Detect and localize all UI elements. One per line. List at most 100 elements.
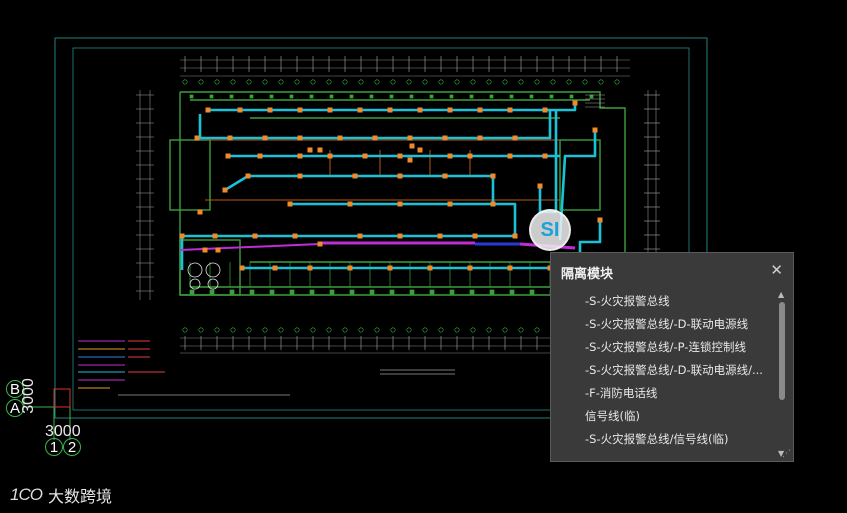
grid-bubble: [198, 79, 204, 85]
list-item[interactable]: -S-火灾报警总线/信号线(临): [551, 428, 777, 451]
alarm-device: [447, 153, 453, 159]
grid-bay-highlight: [53, 388, 71, 408]
alarm-device: [297, 153, 303, 159]
alarm-device: [507, 265, 513, 271]
list-item[interactable]: -S-火灾报警总线/-D-联动电源线/...: [551, 359, 777, 382]
alarm-device: [490, 201, 496, 207]
scroll-up-icon[interactable]: ▲: [778, 290, 784, 299]
alarm-device: [352, 173, 358, 179]
popup-title: 隔离模块: [561, 267, 614, 282]
structural-column: [489, 289, 495, 295]
popup-scrollbar[interactable]: ▲ ▼: [777, 290, 787, 458]
watermark-logo: 1CO: [10, 485, 43, 504]
grid-bubble: [326, 327, 332, 333]
grid-bubble: [182, 79, 188, 85]
alarm-device: [387, 265, 393, 271]
structural-column: [309, 289, 315, 295]
alarm-device: [215, 247, 221, 253]
alarm-device: [257, 153, 263, 159]
structural-column: [249, 289, 255, 295]
structural-column: [529, 94, 534, 99]
structural-column: [349, 289, 355, 295]
alarm-device: [287, 201, 293, 207]
close-icon[interactable]: ✕: [770, 261, 783, 279]
grid-column-label-2: 2: [63, 438, 81, 456]
structural-column: [269, 289, 275, 295]
list-item[interactable]: -S-火灾报警总线: [551, 290, 777, 313]
equipment-room: [187, 262, 221, 290]
grid-bubble: [294, 79, 300, 85]
drawing-legend: [78, 340, 455, 396]
grid-bubble: [214, 79, 220, 85]
alarm-device: [297, 135, 303, 141]
structural-column: [209, 289, 215, 295]
grid-bubble: [262, 327, 268, 333]
grid-bubble: [198, 327, 204, 333]
structural-column: [409, 289, 415, 295]
isolation-module-badge[interactable]: SI: [529, 209, 571, 251]
grid-bubble: [390, 79, 396, 85]
grid-bubble: [518, 327, 524, 333]
structural-column: [569, 94, 574, 99]
list-item[interactable]: -F-消防电话线: [551, 382, 777, 405]
linkage-bus: [179, 241, 576, 251]
grid-bubble: [214, 327, 220, 333]
alarm-device: [447, 201, 453, 207]
list-item[interactable]: -S-火灾报警总线/-P-连锁控制线: [551, 336, 777, 359]
alarm-device: [237, 107, 243, 113]
alarm-device: [477, 107, 483, 113]
alarm-device: [179, 233, 185, 239]
isolation-module-popup: 隔离模块 ✕ -S-火灾报警总线 -S-火灾报警总线/-D-联动电源线 -S-火…: [550, 252, 794, 462]
alarm-device: [572, 100, 578, 106]
alarm-device: [197, 209, 203, 215]
building-wall-details: [189, 94, 595, 295]
alarm-device: [202, 247, 208, 253]
alarm-device: [252, 233, 258, 239]
grid-bubble: [278, 79, 284, 85]
grid-bubble: [246, 79, 252, 85]
grid-bubble: [438, 79, 444, 85]
structural-column: [509, 289, 515, 295]
structural-column: [429, 94, 434, 99]
alarm-device: [327, 107, 333, 113]
grid-bubble: [470, 79, 476, 85]
alarm-device: [194, 135, 200, 141]
grid-bubble: [486, 79, 492, 85]
alarm-device: [472, 233, 478, 239]
grid-bubble: [550, 79, 556, 85]
structural-column: [429, 289, 435, 295]
grid-bubble: [438, 327, 444, 333]
list-item[interactable]: -S-火灾报警总线/-D-联动电源线: [551, 313, 777, 336]
structural-column: [489, 94, 494, 99]
grid-bubble: [262, 79, 268, 85]
alarm-device: [212, 233, 218, 239]
alarm-device: [267, 107, 273, 113]
alarm-device: [347, 265, 353, 271]
alarm-device: [317, 147, 323, 153]
grid-bubble: [422, 79, 428, 85]
scrollbar-thumb[interactable]: [779, 302, 785, 400]
alarm-device: [407, 135, 413, 141]
structural-column: [469, 94, 474, 99]
resize-grip-icon[interactable]: ⋰: [782, 449, 791, 459]
grid-column-label-1: 1: [45, 438, 63, 456]
grid-bubble: [390, 327, 396, 333]
alarm-device: [357, 233, 363, 239]
alarm-device: [205, 107, 211, 113]
grid-bubble: [534, 79, 540, 85]
grid-bubble: [246, 327, 252, 333]
watermark-text: 大数跨境: [47, 487, 112, 506]
alarm-device: [297, 107, 303, 113]
alarm-device: [397, 173, 403, 179]
list-item[interactable]: 信号线(临): [551, 405, 777, 428]
alarm-device: [537, 183, 543, 189]
grid-bubble: [310, 327, 316, 333]
alarm-device: [427, 265, 433, 271]
alarm-device: [467, 153, 473, 159]
grid-bubble: [598, 79, 604, 85]
alarm-device: [417, 147, 423, 153]
structural-column: [249, 94, 254, 99]
alarm-device: [397, 153, 403, 159]
alarm-device: [512, 233, 518, 239]
alarm-device: [245, 173, 251, 179]
